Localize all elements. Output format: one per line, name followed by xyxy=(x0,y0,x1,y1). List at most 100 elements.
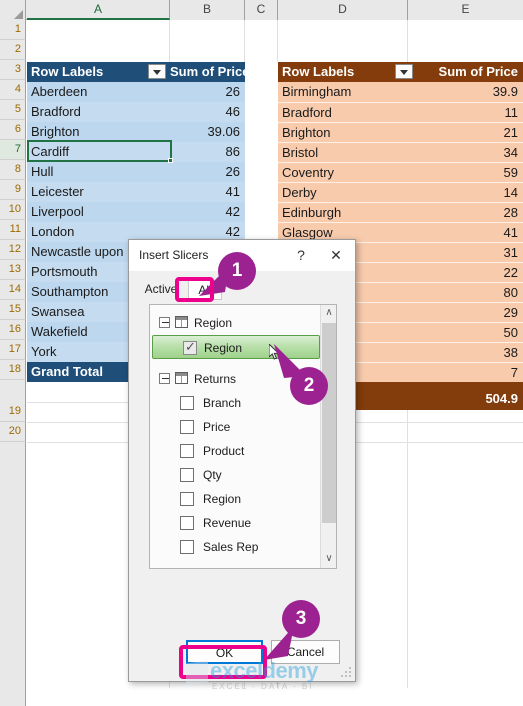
right-row-value: 7 xyxy=(408,362,523,382)
column-header-e[interactable]: E xyxy=(408,0,523,20)
right-row-value: 41 xyxy=(408,222,523,242)
callout-1: 1 xyxy=(218,252,256,290)
scroll-down-icon[interactable]: ∨ xyxy=(321,551,336,568)
callout-number: 1 xyxy=(231,260,243,281)
collapse-icon[interactable] xyxy=(159,373,170,384)
right-row-value: 21 xyxy=(408,122,523,142)
row-header-17[interactable]: 17 xyxy=(0,340,26,360)
row-header-5[interactable]: 5 xyxy=(0,100,26,120)
column-header-a[interactable]: A xyxy=(27,0,170,20)
table-icon xyxy=(175,372,188,384)
callout-number: 2 xyxy=(303,375,315,396)
checkbox-icon[interactable] xyxy=(180,492,194,506)
list-item-sales-rep[interactable]: Sales Rep xyxy=(150,535,322,559)
row-header-14[interactable]: 14 xyxy=(0,280,26,300)
row-header-19[interactable]: 19 xyxy=(0,402,26,422)
row-header-11[interactable]: 11 xyxy=(0,220,26,240)
callout-3: 3 xyxy=(282,600,320,638)
fill-handle[interactable] xyxy=(168,158,173,163)
list-item-label: Region xyxy=(204,341,243,355)
checkbox-icon[interactable] xyxy=(180,516,194,530)
right-pivot-filter-button[interactable] xyxy=(395,64,413,79)
checkbox-icon[interactable] xyxy=(180,444,194,458)
chevron-down-icon xyxy=(400,70,408,75)
list-item-label: Qty xyxy=(203,468,222,482)
row-header-18[interactable]: 18 xyxy=(0,360,26,380)
row-header-blank xyxy=(0,442,26,706)
row-header-16[interactable]: 16 xyxy=(0,320,26,340)
right-row-value: 11 xyxy=(408,102,523,122)
collapse-icon[interactable] xyxy=(159,317,170,328)
list-item-label: Region xyxy=(203,492,242,506)
right-row-label: Brighton xyxy=(278,122,408,142)
list-item-price[interactable]: Price xyxy=(150,415,322,439)
left-row-label: Hull xyxy=(27,162,170,182)
right-pivot-grand-total-value: 504.9 xyxy=(408,382,523,410)
list-group-label: Region xyxy=(194,316,233,330)
column-header-d[interactable]: D xyxy=(278,0,408,20)
right-row-value: 31 xyxy=(408,242,523,262)
list-item-label: Price xyxy=(203,420,231,434)
row-header-6[interactable]: 6 xyxy=(0,120,26,140)
row-header-12[interactable]: 12 xyxy=(0,240,26,260)
left-pivot-header-sum-of-price: Sum of Price xyxy=(170,62,245,82)
left-row-value: 41 xyxy=(170,182,245,202)
row-header-4[interactable]: 4 xyxy=(0,80,26,100)
list-item-label: Branch xyxy=(203,396,242,410)
right-row-value: 22 xyxy=(408,262,523,282)
row-header-13[interactable]: 13 xyxy=(0,260,26,280)
row-header-8[interactable]: 8 xyxy=(0,160,26,180)
right-row-value: 39.9 xyxy=(408,82,523,102)
list-group-label: Sales xyxy=(194,567,224,568)
right-row-label: Bradford xyxy=(278,102,408,122)
column-header-c[interactable]: C xyxy=(245,0,278,20)
list-item-qty[interactable]: Qty xyxy=(150,463,322,487)
left-row-label: Bradford xyxy=(27,102,170,122)
list-group-sales[interactable]: Sales xyxy=(150,567,322,568)
left-pivot-filter-button[interactable] xyxy=(148,64,166,79)
select-all-triangle-icon xyxy=(14,10,23,19)
list-item-region[interactable]: Region xyxy=(150,487,322,511)
checkbox-icon[interactable] xyxy=(180,540,194,554)
scroll-up-icon[interactable]: ∧ xyxy=(321,305,336,322)
right-row-label: Coventry xyxy=(278,162,408,182)
chevron-down-icon xyxy=(153,70,161,75)
column-header-b[interactable]: B xyxy=(170,0,245,20)
list-group-region[interactable]: Region xyxy=(150,311,322,335)
checkbox-icon[interactable] xyxy=(180,420,194,434)
checkbox-checked-icon[interactable] xyxy=(183,339,197,355)
right-row-value: 29 xyxy=(408,302,523,322)
right-row-value: 38 xyxy=(408,342,523,362)
left-row-value: 39.06 xyxy=(170,122,245,142)
close-icon[interactable]: ✕ xyxy=(325,246,347,266)
row-header-9[interactable]: 9 xyxy=(0,180,26,200)
row-header-3[interactable]: 3 xyxy=(0,60,26,80)
right-row-label: Bristol xyxy=(278,142,408,162)
help-icon[interactable]: ? xyxy=(291,246,311,266)
row-header-7[interactable]: 7 xyxy=(0,140,26,160)
left-row-value: 42 xyxy=(170,202,245,222)
selected-cell-a7[interactable] xyxy=(27,140,172,162)
list-item-label: Revenue xyxy=(203,516,252,530)
checkbox-icon[interactable] xyxy=(180,468,194,482)
right-pivot-header-sum-of-price: Sum of Price xyxy=(408,62,523,82)
list-item-revenue[interactable]: Revenue xyxy=(150,511,322,535)
highlight-tab-all xyxy=(175,277,214,302)
row-gap xyxy=(0,380,26,402)
right-row-value: 28 xyxy=(408,202,523,222)
select-all-corner[interactable] xyxy=(0,0,26,20)
excel-screenshot: A B C D E 1 2 3 4 5 6 7 8 9 10 11 12 13 … xyxy=(0,0,523,706)
list-item-product[interactable]: Product xyxy=(150,439,322,463)
row-header-2[interactable]: 2 xyxy=(0,40,26,60)
resize-grip[interactable] xyxy=(341,667,352,678)
left-row-label: Leicester xyxy=(27,182,170,202)
row-header-20[interactable]: 20 xyxy=(0,422,26,442)
callout-number: 3 xyxy=(295,608,307,629)
checkbox-icon[interactable] xyxy=(180,396,194,410)
left-row-value: 26 xyxy=(170,162,245,182)
callout-2: 2 xyxy=(290,367,328,405)
row-header-15[interactable]: 15 xyxy=(0,300,26,320)
table-icon xyxy=(175,316,188,328)
row-header-1[interactable]: 1 xyxy=(0,20,26,40)
row-header-10[interactable]: 10 xyxy=(0,200,26,220)
